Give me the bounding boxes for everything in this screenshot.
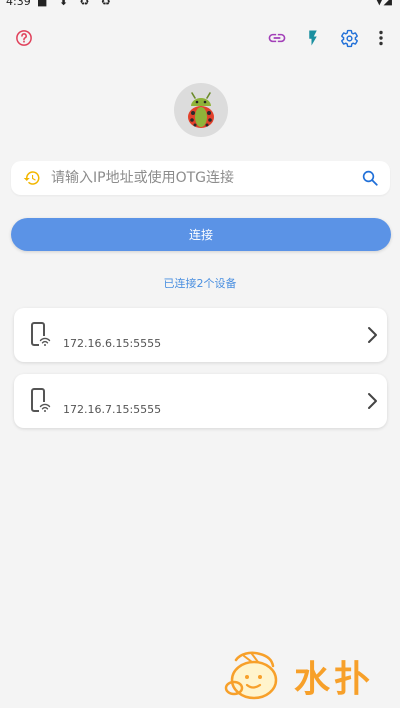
phone-wifi-icon [31, 322, 51, 347]
app-logo [174, 83, 228, 137]
device-card[interactable]: 172.16.6.15:5555 [14, 308, 387, 362]
address-search-box [11, 161, 390, 195]
status-notification-icons: ■ ⬇ ♻ ♻ [37, 0, 115, 8]
status-time: 4:39 [6, 0, 31, 8]
watermark-text: 水扑 [294, 659, 375, 700]
connect-button[interactable]: 连接 [11, 218, 391, 251]
phone-wifi-icon [31, 388, 51, 413]
device-address: 172.16.7.15:5555 [63, 403, 162, 416]
watermark: 水扑 [222, 646, 392, 702]
device-address: 172.16.6.15:5555 [63, 337, 162, 350]
ladybug-android-icon [188, 92, 214, 128]
address-input[interactable] [51, 166, 351, 190]
help-circle-icon [16, 30, 32, 46]
status-signal-icons: ▼◢ [375, 0, 392, 7]
chevron-right-icon [368, 393, 377, 409]
device-card[interactable]: 172.16.7.15:5555 [14, 374, 387, 428]
search-icon[interactable] [361, 169, 379, 187]
history-icon[interactable] [23, 169, 41, 187]
link-icon [268, 33, 286, 43]
help-button[interactable] [11, 25, 37, 51]
flash-button[interactable] [300, 25, 326, 51]
status-bar: 4:39 ■ ⬇ ♻ ♻ ▼◢ [0, 0, 400, 10]
more-vert-icon [379, 30, 383, 46]
chevron-right-icon [368, 327, 377, 343]
connected-devices-count: 已连接2个设备 [163, 277, 237, 290]
watermark-mascot-icon [224, 651, 278, 700]
flash-icon [309, 30, 317, 46]
more-options-button[interactable] [368, 25, 394, 51]
gear-icon [340, 29, 358, 47]
link-button[interactable] [264, 25, 290, 51]
settings-button[interactable] [336, 25, 362, 51]
